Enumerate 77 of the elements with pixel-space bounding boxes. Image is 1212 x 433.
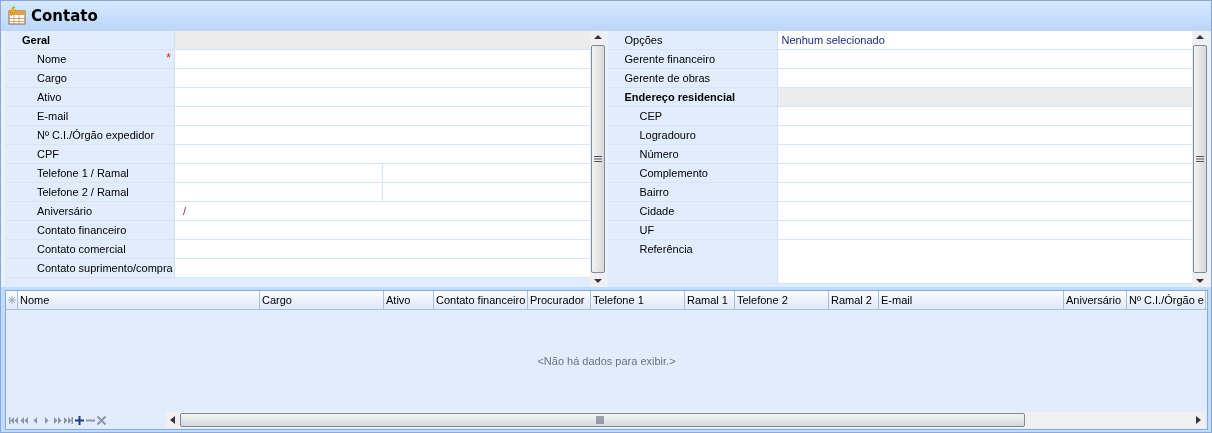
- property-name: Telefone 2 / Ramal: [36, 186, 129, 198]
- table-icon: [7, 6, 27, 26]
- property-name: Nome: [36, 53, 67, 65]
- value-field[interactable]: [175, 259, 590, 277]
- value-field[interactable]: [777, 202, 1192, 220]
- scroll-thumb[interactable]: [180, 413, 1025, 427]
- value-field[interactable]: [777, 107, 1192, 125]
- scroll-thumb[interactable]: [590, 45, 605, 273]
- value-field[interactable]: [381, 183, 590, 201]
- close-icon[interactable]: [96, 415, 107, 425]
- value-field[interactable]: [175, 221, 590, 239]
- property-name: UF: [638, 224, 655, 236]
- column-header[interactable]: Ramal 1: [685, 291, 735, 309]
- value-field[interactable]: [175, 126, 590, 144]
- column-header[interactable]: Contato financeiro: [434, 291, 528, 309]
- value-field[interactable]: [175, 50, 590, 68]
- value-field[interactable]: [777, 50, 1192, 68]
- property-name: Gerente de obras: [623, 72, 711, 84]
- value-field[interactable]: [175, 145, 590, 163]
- property-name: Endereço residencial: [623, 91, 736, 103]
- property-name: Opções: [623, 34, 663, 46]
- property-name: Nº C.I./Órgão expedidor: [36, 129, 155, 141]
- column-header[interactable]: Cargo: [260, 291, 384, 309]
- property-name: CEP: [638, 110, 663, 122]
- property-name: Número: [638, 148, 679, 160]
- property-name: Complemento: [638, 167, 708, 179]
- value-field[interactable]: /: [175, 202, 590, 220]
- horizontal-scrollbar[interactable]: [166, 412, 1205, 428]
- property-name: Gerente financeiro: [623, 53, 715, 65]
- property-name: Telefone 1 / Ramal: [36, 167, 129, 179]
- value-field[interactable]: [777, 240, 1192, 283]
- value-field[interactable]: [175, 164, 382, 182]
- value-field[interactable]: [777, 221, 1192, 239]
- column-header[interactable]: Telefone 1: [591, 291, 685, 309]
- column-header[interactable]: Aniversário: [1064, 291, 1127, 309]
- scroll-thumb[interactable]: [1193, 45, 1207, 273]
- value-field[interactable]: [777, 145, 1192, 163]
- double-triangle-icon[interactable]: [52, 415, 63, 425]
- property-name: Referência: [638, 243, 693, 255]
- vertical-scrollbar[interactable]: [1192, 31, 1208, 287]
- property-name: Cidade: [638, 205, 675, 217]
- property-name: Contato financeiro: [36, 224, 127, 236]
- value-field[interactable]: [381, 164, 590, 182]
- property-name: Contato comercial: [36, 243, 126, 255]
- column-header[interactable]: Nome: [18, 291, 260, 309]
- value-field[interactable]: [777, 164, 1192, 182]
- value-field[interactable]: [777, 183, 1192, 201]
- value-field[interactable]: [777, 69, 1192, 87]
- window-title: Contato: [31, 7, 98, 25]
- property-name: CPF: [36, 148, 59, 160]
- value-field[interactable]: [175, 107, 590, 125]
- column-header[interactable]: Procurador: [528, 291, 591, 309]
- value-field[interactable]: [175, 240, 590, 258]
- value-field[interactable]: [175, 183, 382, 201]
- column-header[interactable]: Nº C.I./Órgão e: [1127, 291, 1206, 309]
- property-name: E-mail: [36, 110, 69, 122]
- property-name: Bairro: [638, 186, 669, 198]
- property-name: Geral: [21, 34, 51, 46]
- required-mark: *: [166, 51, 171, 65]
- value-field[interactable]: [175, 88, 590, 106]
- double-triangle-icon[interactable]: [8, 415, 19, 425]
- property-name: Cargo: [36, 72, 67, 84]
- property-name: Aniversário: [36, 205, 93, 217]
- column-header[interactable]: Ramal 2: [829, 291, 879, 309]
- property-name: Contato suprimento/compra: [36, 262, 173, 274]
- value-field[interactable]: [175, 69, 590, 87]
- double-triangle-icon[interactable]: [19, 415, 30, 425]
- property-name: Ativo: [36, 91, 62, 103]
- column-header[interactable]: E-mail: [879, 291, 1064, 309]
- add-icon[interactable]: [74, 415, 85, 425]
- value-field[interactable]: Nenhum selecionado: [777, 31, 1192, 49]
- column-header[interactable]: Telefone 2: [735, 291, 829, 309]
- empty-message: <Não há dados para exibir.>: [537, 354, 676, 367]
- value-field[interactable]: [777, 126, 1192, 144]
- asterisk-icon: [7, 296, 16, 304]
- column-header[interactable]: Ativo: [384, 291, 434, 309]
- property-name: Logradouro: [638, 129, 696, 141]
